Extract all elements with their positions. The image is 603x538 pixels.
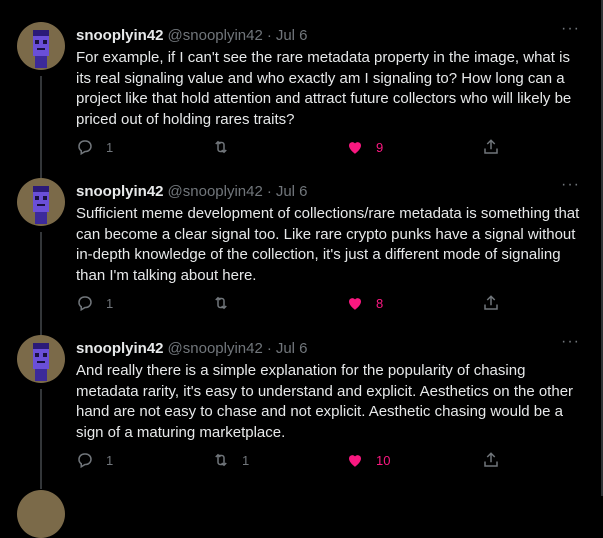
separator: · [266,27,272,44]
retweet-icon [215,453,227,467]
share-icon [484,139,498,154]
username[interactable]: @snooplyin42 [168,27,263,44]
thread-line [40,76,42,181]
reply-icon [78,140,92,156]
thread-line [40,389,42,489]
avatar[interactable] [17,335,65,383]
heart-icon [349,298,361,310]
reply-count: 1 [106,452,114,468]
heart-icon [349,142,361,154]
like-count: 8 [376,295,384,311]
avatar-punk-image [33,30,49,68]
thread-line [40,232,42,337]
tweet[interactable]: snooplyin42 @snooplyin42 · Jul 6 ··· And re… [0,333,598,489]
avatar[interactable] [17,178,65,226]
like-button[interactable]: 8 [346,293,383,313]
tweet[interactable]: snooplyin42 @snooplyin42 · Jul 6 ··· Suffic… [0,176,598,337]
tweet-header: snooplyin42 @snooplyin42 · Jul 6 [76,26,308,46]
tweet-date[interactable]: Jul 6 [276,27,308,44]
reply-button[interactable]: 1 [76,450,113,470]
share-button[interactable] [482,137,500,157]
reply-icon [78,296,92,312]
retweet-button[interactable] [212,137,242,157]
retweet-button[interactable]: 1 [212,450,249,470]
display-name[interactable]: snooplyin42 [76,183,164,200]
username[interactable]: @snooplyin42 [168,340,263,357]
share-icon [484,452,498,467]
tweet-text: Sufficient meme development of collectio… [76,205,580,284]
retweet-icon [215,296,227,310]
heart-icon [349,455,361,467]
tweet-header: snooplyin42 @snooplyin42 · Jul 6 [76,182,308,202]
share-icon [484,295,498,310]
like-count: 9 [376,139,384,155]
tweet-actions: 1 1 10 [76,450,516,470]
more-icon[interactable]: ··· [561,176,580,194]
tweet-actions: 1 8 [76,293,516,313]
reply-button[interactable]: 1 [76,137,113,157]
reply-count: 1 [106,139,114,155]
more-icon[interactable]: ··· [561,333,580,351]
avatar-punk-image [33,343,49,381]
retweet-icon [215,140,227,154]
retweet-count: 1 [242,452,250,468]
tweet-text: And really there is a simple explanation… [76,362,574,441]
reply-count: 1 [106,295,114,311]
separator: · [266,183,272,200]
tweet-date[interactable]: Jul 6 [276,340,308,357]
like-button[interactable]: 9 [346,137,383,157]
tweet-date[interactable]: Jul 6 [276,183,308,200]
share-button[interactable] [482,293,500,313]
like-count: 10 [376,452,391,468]
username[interactable]: @snooplyin42 [168,183,263,200]
avatar[interactable] [17,22,65,70]
display-name[interactable]: snooplyin42 [76,340,164,357]
like-button[interactable]: 10 [346,450,390,470]
tweet[interactable]: snooplyin42 @snooplyin42 · Jul 6 ··· For ex… [0,20,598,181]
tweet-text: For example, if I can't see the rare met… [76,49,572,128]
reply-button[interactable]: 1 [76,293,113,313]
tweet-header: snooplyin42 @snooplyin42 · Jul 6 [76,339,308,359]
more-icon[interactable]: ··· [561,20,580,38]
separator: · [266,340,272,357]
tweet-actions: 1 9 [76,137,516,157]
avatar[interactable] [17,490,65,538]
reply-icon [78,453,92,469]
avatar-punk-image [33,186,49,224]
retweet-button[interactable] [212,293,242,313]
display-name[interactable]: snooplyin42 [76,27,164,44]
share-button[interactable] [482,450,500,470]
